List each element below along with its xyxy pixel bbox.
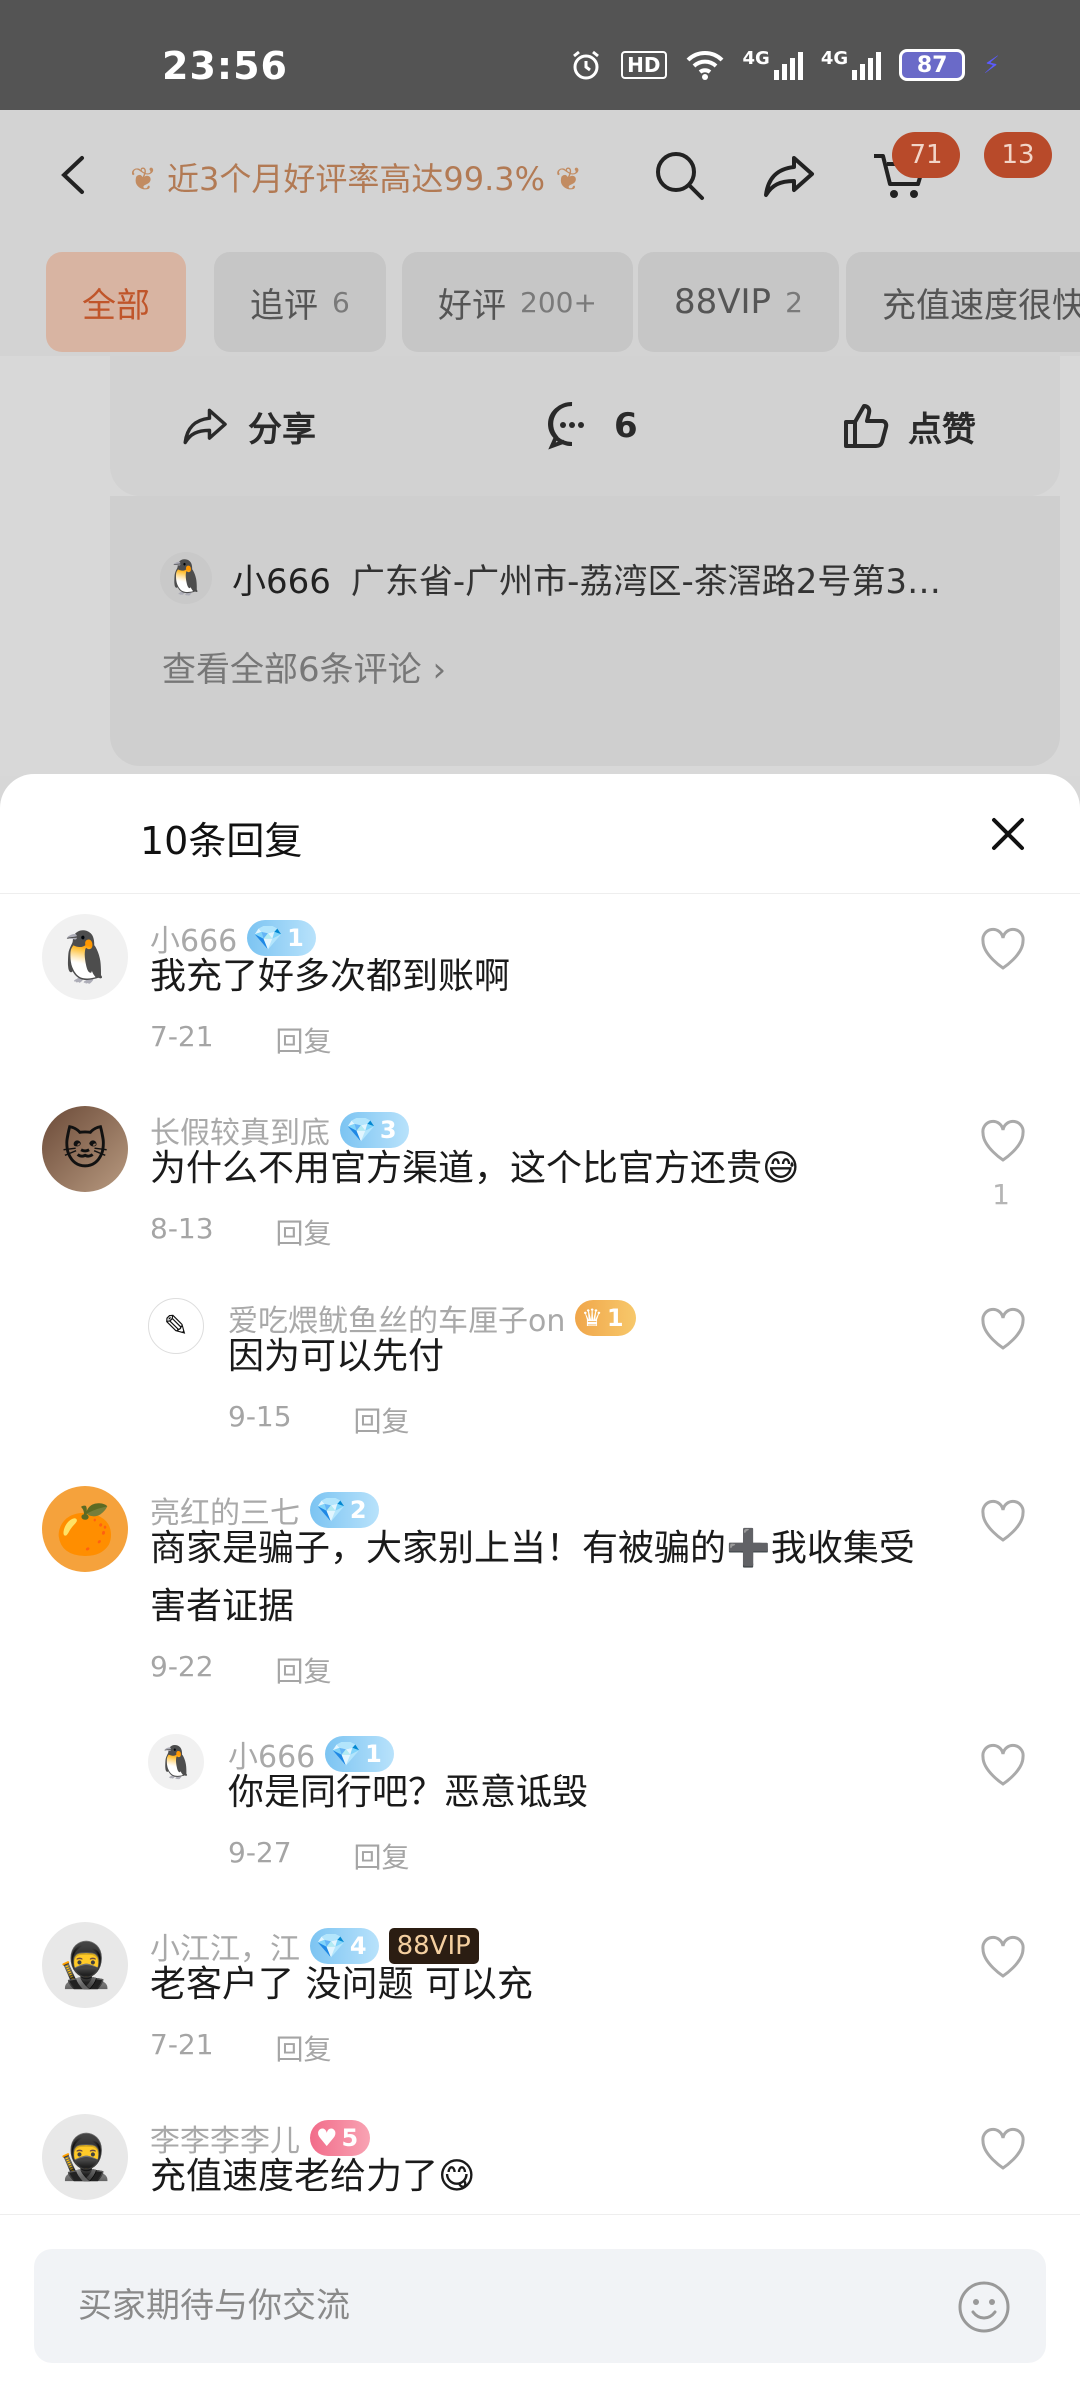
more-badge: 13 — [984, 132, 1052, 178]
battery-icon: 87 — [899, 49, 966, 81]
comment-text: 为什么不用官方渠道，这个比官方还贵😅 — [150, 1148, 800, 1189]
chip-all[interactable]: 全部 — [46, 252, 186, 352]
heart-icon[interactable] — [978, 1932, 1028, 1982]
view-all-comments-link[interactable]: 查看全部6条评论 › — [162, 642, 446, 691]
filter-chips: 全部 追评 6 好评 200+ 88VIP 2 充值速度很快 — [0, 240, 1080, 356]
cart-badge: 71 — [892, 132, 960, 178]
top-nav: ❦ 近3个月好评率高达99.3% ❦ 71 13 — [0, 110, 1080, 240]
chip-88vip[interactable]: 88VIP 2 — [638, 252, 839, 352]
penguin-avatar-icon[interactable]: 🐧 — [148, 1734, 204, 1790]
comment-input-box — [34, 2249, 1046, 2363]
status-icons: HD 4G 4G 87 ⚡ — [569, 48, 1000, 82]
search-icon[interactable] — [650, 146, 710, 206]
laurel-left-icon: ❦ — [130, 160, 157, 198]
comment-meta: 8-13 回复 — [150, 1212, 332, 1252]
heart-icon[interactable] — [978, 1496, 1028, 1546]
chip-followup[interactable]: 追评 6 — [214, 252, 386, 352]
comment-date: 9-22 — [150, 1650, 214, 1683]
signal-1-icon: 4G — [743, 48, 803, 82]
heart-icon[interactable] — [978, 2124, 1028, 2174]
hd-icon: HD — [621, 51, 667, 79]
reply-button[interactable]: 回复 — [276, 1650, 332, 1690]
background-page: ❦ 近3个月好评率高达99.3% ❦ 71 13 全部 追评 6 好评 200+ 8… — [0, 110, 1080, 776]
close-icon[interactable] — [984, 810, 1032, 858]
sheet-title: 10条回复 — [140, 819, 303, 863]
comment-meta: 7-21 回复 — [150, 1020, 332, 1060]
comment-input[interactable] — [78, 2249, 938, 2363]
gray-character-avatar-icon[interactable]: 🥷 — [42, 2114, 128, 2200]
heart-icon[interactable] — [978, 1116, 1028, 1166]
comment-text: 因为可以先付 — [228, 1336, 445, 1377]
comment-bubble-icon — [548, 401, 584, 450]
status-time: 23:56 — [162, 44, 288, 88]
reply-button[interactable]: 回复 — [276, 1212, 332, 1252]
comment-meta: 9-27 回复 — [228, 1836, 410, 1876]
comment-date: 9-15 — [228, 1400, 292, 1433]
emoji-icon[interactable] — [956, 2279, 1012, 2335]
orange-character-avatar-icon[interactable]: 🍊 — [42, 1486, 128, 1572]
share-icon[interactable] — [760, 146, 820, 206]
reply-button[interactable]: 回复 — [276, 1020, 332, 1060]
reply-button[interactable]: 回复 — [276, 2028, 332, 2068]
crown-level-badge: ♛ 1 — [575, 1300, 636, 1336]
heart-icon[interactable] — [978, 1304, 1028, 1354]
cat-avatar-icon[interactable]: 🐱 — [42, 1106, 128, 1192]
sketch-avatar-icon[interactable]: ✎ — [148, 1298, 204, 1354]
gray-character-avatar-icon[interactable]: 🥷 — [42, 1922, 128, 2008]
comment-meta: 9-15 回复 — [228, 1400, 410, 1440]
like-count: 1 — [992, 1178, 1010, 1211]
comment-meta: 7-21 回复 — [150, 2028, 332, 2068]
comment-date: 9-27 — [228, 1836, 292, 1869]
comment-action[interactable]: 6 — [546, 400, 638, 452]
chip-fast-recharge[interactable]: 充值速度很快 — [846, 252, 1080, 352]
replies-sheet: 10条回复 🐧 小666 💎 1 我充了好多次都到账啊 7-21 回复 🐱 长假较… — [0, 774, 1080, 2400]
sheet-header: 10条回复 — [0, 774, 1080, 894]
promo-banner: ❦ 近3个月好评率高达99.3% ❦ — [130, 154, 582, 200]
share-action[interactable]: 分享 — [180, 400, 316, 452]
comment-text: 商家是骗子，大家别上当！有被骗的➕我收集受 害者证据 — [150, 1528, 915, 1627]
chip-positive[interactable]: 好评 200+ — [402, 252, 633, 352]
comment-date: 7-21 — [150, 2028, 214, 2061]
thumbs-up-icon — [844, 404, 889, 448]
comment-meta: 9-22 回复 — [150, 1650, 332, 1690]
share-action-icon — [183, 408, 227, 445]
status-bar: 23:56 HD 4G 4G 87 ⚡ — [0, 0, 1080, 110]
bg-comment[interactable]: 🐧 小666 广东省-广州市-荔湾区-茶滘路2号第3… — [160, 552, 941, 604]
comment-text: 充值速度老给力了😋 — [150, 2156, 476, 2197]
comment-text: 我充了好多次都到账啊 — [150, 956, 511, 997]
alarm-icon — [569, 48, 603, 82]
heart-icon[interactable] — [978, 1740, 1028, 1790]
penguin-avatar-icon[interactable]: 🐧 — [42, 914, 128, 1000]
heart-icon[interactable] — [978, 924, 1028, 974]
comment-text: 你是同行吧？恶意诋毁 — [228, 1772, 589, 1813]
like-action[interactable]: 点赞 — [840, 400, 976, 452]
review-card-comments: 🐧 小666 广东省-广州市-荔湾区-茶滘路2号第3… 查看全部6条评论 › — [110, 496, 1060, 766]
penguin-avatar-icon: 🐧 — [160, 552, 212, 604]
comment-date: 7-21 — [150, 1020, 214, 1053]
reply-button[interactable]: 回复 — [354, 1836, 410, 1876]
comment-text: 老客户了 没问题 可以充 — [150, 1964, 533, 2005]
back-icon[interactable] — [50, 150, 100, 200]
promo-text: 近3个月好评率高达99.3% — [166, 160, 546, 198]
laurel-right-icon: ❦ — [555, 160, 582, 198]
signal-2-icon: 4G — [821, 48, 882, 82]
reply-button[interactable]: 回复 — [354, 1400, 410, 1440]
comment-input-bar — [0, 2214, 1080, 2400]
wifi-icon — [685, 48, 725, 82]
review-card-actions: 分享 6 点赞 — [110, 356, 1060, 496]
comment-date: 8-13 — [150, 1212, 214, 1245]
charging-icon: ⚡ — [983, 51, 1000, 79]
